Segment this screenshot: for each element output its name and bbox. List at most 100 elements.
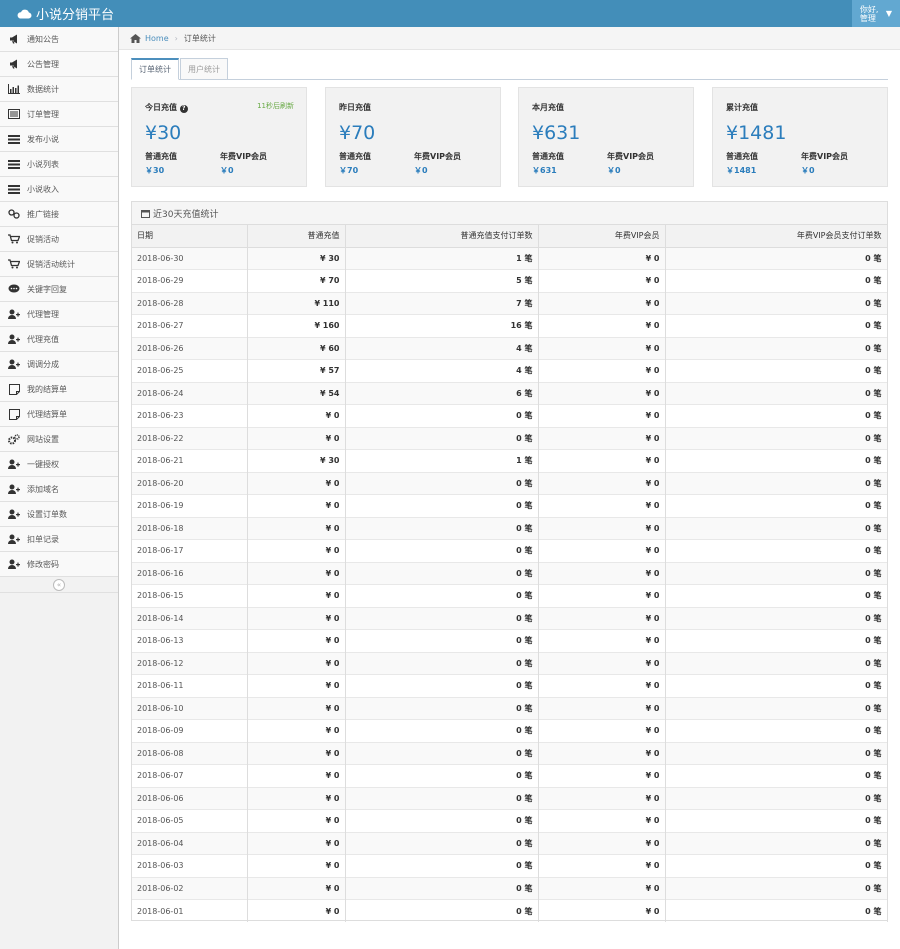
sidebar-item[interactable]: 小说收入: [0, 177, 118, 202]
table-row: 2018-06-24 ¥ 54 6 笔 ¥ 00 笔: [132, 381, 888, 405]
panel-title: 近30天充值统计: [153, 209, 219, 220]
sidebar-item-label: 我的结算单: [27, 384, 67, 394]
table-row: 2018-06-05 ¥ 00 笔 ¥ 00 笔: [132, 809, 888, 832]
cell-normal-orders: 0 笔: [345, 696, 539, 720]
cell-normal-orders: 0 笔: [345, 651, 539, 675]
sidebar-item[interactable]: 扣单记录: [0, 527, 118, 552]
cell-vip-orders: 0 笔: [665, 471, 888, 495]
col-normal-orders[interactable]: 普通充值支付订单数: [345, 225, 539, 248]
stat-title: 昨日充值: [339, 103, 371, 112]
cell-normal-recharge: ¥ 0: [247, 404, 346, 427]
cell-vip-recharge: ¥ 0: [538, 494, 666, 517]
stat-label-vip: 年费VIP会员: [220, 152, 268, 161]
note-icon: [8, 383, 20, 395]
cell-vip-orders: 0 笔: [665, 426, 888, 450]
table-row: 2018-06-10 ¥ 00 笔 ¥ 00 笔: [132, 696, 888, 720]
sidebar-item[interactable]: 添加域名: [0, 477, 118, 502]
sidebar-item[interactable]: 代理结算单: [0, 402, 118, 427]
cell-date: 2018-06-17: [132, 539, 248, 562]
col-vip-recharge[interactable]: 年费VIP会员: [538, 225, 666, 248]
sidebar-item[interactable]: 公告管理: [0, 52, 118, 77]
user-menu[interactable]: 你好, 管理 ▼: [852, 0, 900, 27]
stat-today: 今日充值 ? 11秒后刷新 ¥30 普通充值 年费VIP会员 ￥30 ￥0: [131, 87, 307, 187]
cell-date: 2018-06-29: [132, 269, 248, 292]
cell-date: 2018-06-09: [132, 719, 248, 742]
cell-vip-orders: 0 笔: [665, 854, 888, 877]
sidebar-item[interactable]: 调调分成: [0, 352, 118, 377]
cell-normal-orders: 0 笔: [345, 426, 539, 450]
cell-vip-recharge: ¥ 0: [538, 269, 666, 292]
table-row: 2018-06-18 ¥ 00 笔 ¥ 00 笔: [132, 516, 888, 540]
col-date[interactable]: 日期: [132, 225, 248, 248]
col-vip-orders[interactable]: 年费VIP会员支付订单数: [665, 225, 888, 248]
breadcrumb: Home › 订单统计: [119, 27, 900, 50]
table-row: 2018-06-06 ¥ 00 笔 ¥ 00 笔: [132, 786, 888, 810]
cell-date: 2018-06-19: [132, 494, 248, 517]
cell-normal-recharge: ¥ 0: [247, 786, 346, 810]
sidebar-item-label: 发布小说: [27, 134, 59, 144]
tab-user-stats[interactable]: 用户统计: [180, 58, 228, 80]
sidebar-item[interactable]: 订单管理: [0, 102, 118, 127]
cell-date: 2018-06-24: [132, 381, 248, 405]
cell-date: 2018-06-16: [132, 561, 248, 585]
stat-title-text: 今日充值: [145, 103, 177, 112]
cell-date: 2018-06-28: [132, 291, 248, 315]
sidebar-item[interactable]: 代理充值: [0, 327, 118, 352]
cell-normal-recharge: ¥ 0: [247, 674, 346, 697]
sidebar-item[interactable]: 我的结算单: [0, 377, 118, 402]
user-plus-icon: [8, 358, 20, 370]
cell-date: 2018-06-14: [132, 606, 248, 630]
stat-value-vip: ￥0: [801, 166, 815, 175]
sidebar-item[interactable]: 推广链接: [0, 202, 118, 227]
sidebar-item-label: 网站设置: [27, 434, 59, 444]
cell-date: 2018-06-23: [132, 404, 248, 427]
cell-normal-orders: 0 笔: [345, 404, 539, 427]
table-row: 2018-06-11 ¥ 00 笔 ¥ 00 笔: [132, 674, 888, 697]
cell-normal-recharge: ¥ 30: [247, 449, 346, 472]
sidebar-collapse[interactable]: «: [0, 577, 118, 593]
sidebar-item[interactable]: 促销活动: [0, 227, 118, 252]
sidebar-item[interactable]: 设置订单数: [0, 502, 118, 527]
cell-vip-recharge: ¥ 0: [538, 876, 666, 900]
sidebar-item-label: 一键授权: [27, 459, 59, 469]
sidebar-item[interactable]: 发布小说: [0, 127, 118, 152]
cell-normal-recharge: ¥ 110: [247, 291, 346, 315]
brand[interactable]: 小说分销平台: [16, 4, 114, 23]
cell-normal-orders: 16 笔: [345, 314, 539, 337]
sidebar-item[interactable]: 通知公告: [0, 27, 118, 52]
cell-normal-recharge: ¥ 0: [247, 719, 346, 742]
table-row: 2018-06-07 ¥ 00 笔 ¥ 00 笔: [132, 764, 888, 787]
cell-vip-orders: 0 笔: [665, 629, 888, 652]
sidebar-item[interactable]: 促销活动统计: [0, 252, 118, 277]
sidebar-item[interactable]: 关键字回复: [0, 277, 118, 302]
cell-normal-orders: 0 笔: [345, 899, 539, 922]
cell-normal-orders: 1 笔: [345, 449, 539, 472]
cell-vip-recharge: ¥ 0: [538, 246, 666, 270]
sidebar-item[interactable]: 网站设置: [0, 427, 118, 452]
cell-normal-orders: 4 笔: [345, 359, 539, 382]
stat-label-vip: 年费VIP会员: [607, 152, 655, 161]
cell-vip-orders: 0 笔: [665, 561, 888, 585]
tab-order-stats[interactable]: 订单统计: [131, 58, 179, 80]
cell-vip-orders: 0 笔: [665, 269, 888, 292]
cell-vip-orders: 0 笔: [665, 899, 888, 922]
sidebar-item[interactable]: 一键授权: [0, 452, 118, 477]
sidebar-item[interactable]: 数据统计: [0, 77, 118, 102]
sidebar-item[interactable]: 小说列表: [0, 152, 118, 177]
list-alt-icon: [8, 108, 20, 120]
cell-date: 2018-06-08: [132, 741, 248, 765]
sidebar-item-label: 小说列表: [27, 159, 59, 169]
bullhorn-icon: [8, 33, 20, 45]
cell-vip-recharge: ¥ 0: [538, 359, 666, 382]
question-circle-icon[interactable]: ?: [179, 105, 188, 113]
sidebar-item[interactable]: 代理管理: [0, 302, 118, 327]
cell-normal-orders: 0 笔: [345, 516, 539, 540]
cell-normal-orders: 0 笔: [345, 741, 539, 765]
cell-normal-recharge: ¥ 0: [247, 809, 346, 832]
col-normal-recharge[interactable]: 普通充值: [247, 225, 346, 248]
cell-normal-orders: 6 笔: [345, 381, 539, 405]
stat-value: ¥631: [532, 122, 581, 144]
user-plus-icon: [8, 508, 20, 520]
breadcrumb-home-link[interactable]: Home: [145, 34, 169, 43]
sidebar-item[interactable]: 修改密码: [0, 552, 118, 577]
